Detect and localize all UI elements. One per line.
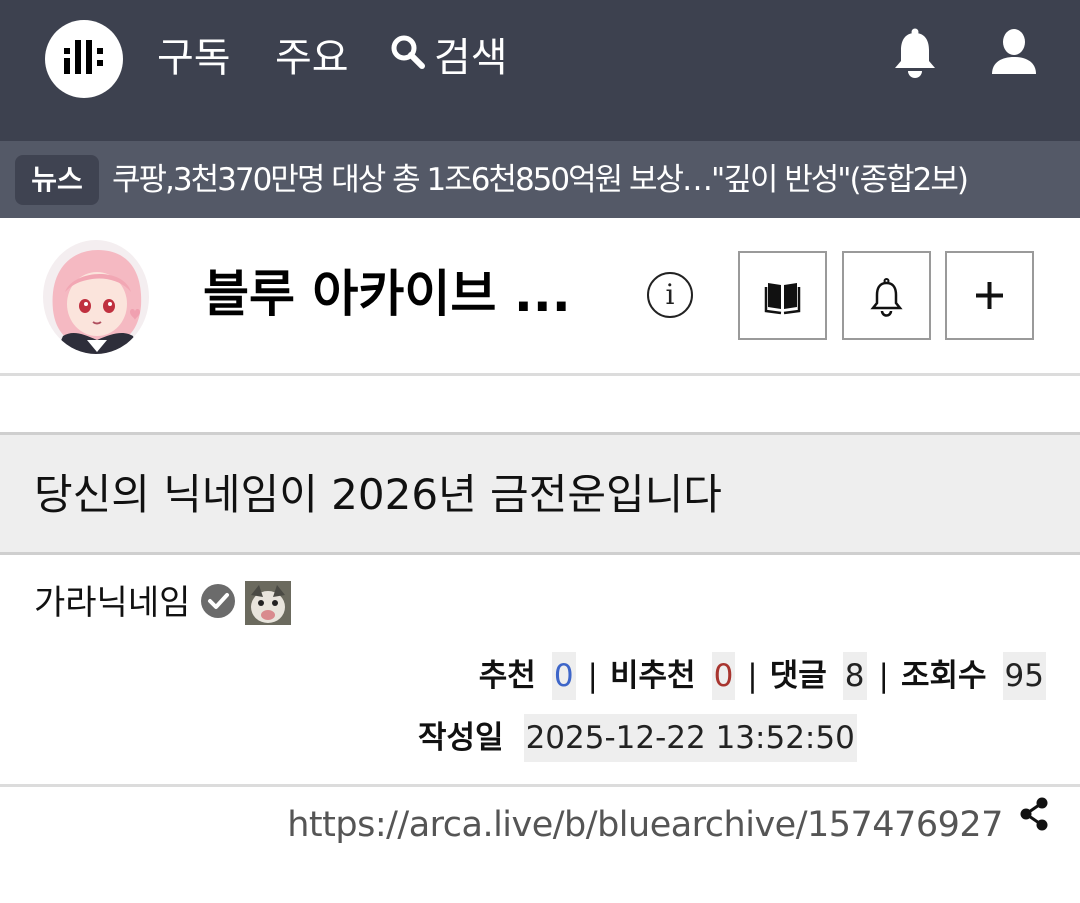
nav-subscriptions-link[interactable]: 구독 (157, 30, 231, 86)
news-badge: 뉴스 (15, 155, 99, 205)
comments-label: 댓글 (769, 658, 827, 694)
comments-count: 8 (842, 652, 867, 700)
nav-search-label: 검색 (434, 35, 508, 81)
board-header: 블루 아카이브 ... i (0, 218, 1080, 376)
upvote-label: 추천 (478, 658, 536, 694)
article-date: 작성일 2025-12-22 13:52:50 (418, 714, 857, 762)
info-icon[interactable]: i (647, 272, 693, 318)
book-icon (764, 283, 801, 315)
notifications-button[interactable] (892, 28, 938, 80)
plus-icon (976, 282, 1003, 309)
site-logo-icon[interactable] (45, 20, 123, 98)
board-info-book-button[interactable] (738, 251, 827, 340)
board-avatar[interactable] (43, 240, 149, 354)
downvote-label: 비추천 (610, 658, 696, 694)
upvote-count: 0 (551, 652, 576, 700)
author-name-link[interactable]: 가라닉네임 (34, 578, 190, 628)
author-avatar[interactable] (244, 581, 291, 625)
article-url-row: https://arca.live/b/bluearchive/15747692… (287, 796, 1050, 850)
stat-separator: | (587, 658, 598, 694)
news-ticker: 뉴스 쿠팡,3천370만명 대상 총 1조6천850억원 보상…"깊이 반성"(… (0, 141, 1080, 218)
divider (0, 784, 1080, 787)
stat-separator: | (878, 658, 889, 694)
nav-search-link[interactable]: 검색 (390, 30, 508, 86)
board-title[interactable]: 블루 아카이브 ... (203, 262, 571, 326)
article-title-bar: 당신의 닉네임이 2026년 금전운입니다 (0, 432, 1080, 555)
user-icon (992, 29, 1036, 74)
article-url-link[interactable]: https://arca.live/b/bluearchive/15747692… (287, 798, 1003, 852)
top-navigation-bar: 구독 주요 검색 (0, 0, 1080, 141)
downvote-count: 0 (711, 652, 736, 700)
news-headline-link[interactable]: 쿠팡,3천370만명 대상 총 1조6천850억원 보상…"깊이 반성"(종합2… (112, 155, 969, 205)
add-board-button[interactable] (945, 251, 1034, 340)
check-badge-icon (200, 583, 236, 623)
views-label: 조회수 (900, 658, 987, 694)
nav-featured-link[interactable]: 주요 (275, 30, 349, 86)
date-label: 작성일 (418, 720, 504, 756)
board-notification-button[interactable] (842, 251, 931, 340)
article-stats: 추천 0 | 비추천 0 | 댓글 8 | 조회수 95 (479, 652, 1046, 700)
profile-button[interactable] (990, 28, 1038, 76)
bell-outline-icon (870, 278, 903, 317)
date-value: 2025-12-22 13:52:50 (523, 714, 857, 762)
author-row: 가라닉네임 (34, 578, 291, 628)
share-icon[interactable] (1018, 796, 1050, 854)
article-title: 당신의 닉네임이 2026년 금전운입니다 (34, 470, 722, 519)
bell-icon (895, 28, 935, 78)
search-icon (390, 29, 426, 85)
stat-separator: | (747, 658, 758, 694)
views-count: 95 (1002, 652, 1046, 700)
